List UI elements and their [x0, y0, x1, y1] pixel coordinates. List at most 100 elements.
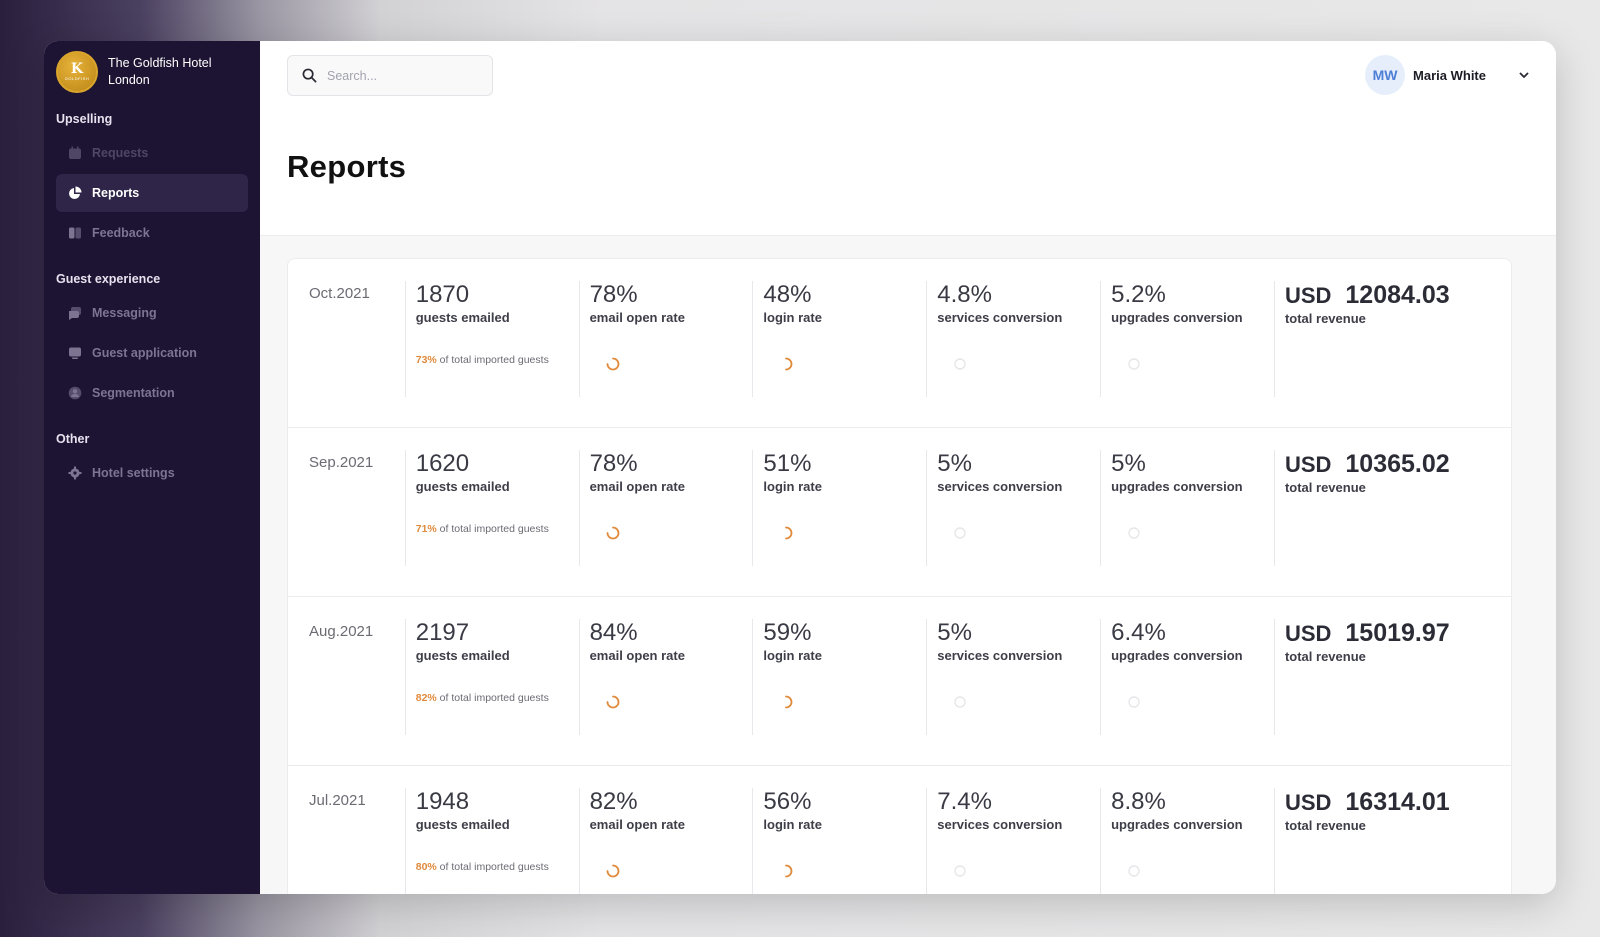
metric-value: 7.4% [937, 788, 992, 815]
chevron-down-icon[interactable] [1518, 69, 1530, 81]
calendar-icon [68, 146, 82, 160]
user-menu[interactable]: MW Maria White [1365, 55, 1530, 95]
metric-email-open-rate: 78% email open rate [578, 450, 753, 566]
imported-note: 71% of total imported guests [416, 519, 556, 540]
pie-chart-icon [68, 186, 82, 200]
metric-guests-emailed: 2197 guests emailed 82% of total importe… [404, 619, 579, 735]
metric-label: email open rate [589, 817, 685, 832]
metric-label: login rate [763, 479, 822, 494]
hotel-name: The Goldfish Hotel London [108, 56, 212, 87]
hotel-brand[interactable]: K GOLDFISH The Goldfish Hotel London [56, 49, 248, 95]
search-input[interactable] [327, 68, 477, 83]
sidebar-nav: Upselling Requests Reports Feedback Guest ex… [56, 112, 248, 492]
report-period: Aug.2021 [309, 623, 374, 640]
loading-spinner-icon [954, 865, 966, 877]
metric-label: services conversion [937, 479, 1063, 494]
loading-spinner-icon [1128, 865, 1140, 877]
metric-label: guests emailed [415, 310, 510, 325]
loading-spinner-icon [785, 695, 793, 709]
sidebar-item-label: Segmentation [92, 386, 175, 400]
user-circle-icon [68, 386, 82, 400]
sidebar-item-requests[interactable]: Requests [56, 134, 248, 172]
metric-value: 1620 [415, 450, 470, 477]
currency: USD [1284, 621, 1332, 646]
metric-value: 5% [937, 619, 972, 646]
metric-label: services conversion [937, 648, 1063, 663]
loading-spinner-icon [785, 526, 793, 540]
revenue-amount: 12084.03 [1345, 281, 1450, 309]
imported-note: 80% of total imported guests [416, 857, 556, 878]
loading-spinner-icon [606, 864, 619, 878]
monitor-icon [68, 346, 82, 360]
sidebar-item-guest-application[interactable]: Guest application [56, 334, 248, 372]
imported-note-text: of total imported guests [439, 692, 549, 704]
loading-spinner-icon [954, 527, 966, 539]
metric-label: upgrades conversion [1111, 648, 1243, 663]
sidebar-item-messaging[interactable]: Messaging [56, 294, 248, 332]
page-title: Reports [287, 149, 407, 184]
metric-upgrades-conversion: 5% upgrades conversion [1100, 450, 1274, 566]
search-box[interactable] [287, 55, 493, 96]
metric-value: 2197 [415, 619, 470, 646]
metric-services-conversion: 5% services conversion [926, 619, 1100, 735]
sidebar-item-segmentation[interactable]: Segmentation [56, 374, 248, 412]
metric-value: 6.4% [1111, 619, 1166, 646]
metric-login-rate: 56% login rate [752, 788, 926, 894]
metric-label: login rate [763, 648, 822, 663]
report-row[interactable]: Sep.2021 1620 guests emailed 71% of tota… [288, 428, 1511, 597]
metric-label: total revenue [1284, 311, 1366, 326]
metric-services-conversion: 4.8% services conversion [926, 281, 1100, 397]
search-icon [302, 68, 317, 83]
metric-total-revenue: USD 12084.03 total revenue [1273, 281, 1511, 397]
metric-login-rate: 48% login rate [752, 281, 926, 397]
metric-label: guests emailed [415, 479, 510, 494]
report-row[interactable]: Oct.2021 1870 guests emailed 73% of tota… [288, 259, 1511, 428]
sidebar-item-label: Hotel settings [92, 466, 175, 480]
metric-value: 48% [763, 281, 812, 308]
metric-label: total revenue [1284, 818, 1366, 833]
metric-value: 51% [763, 450, 812, 477]
metric-services-conversion: 5% services conversion [926, 450, 1100, 566]
metric-label: total revenue [1284, 480, 1366, 495]
loading-spinner-icon [1128, 358, 1140, 370]
loading-spinner-icon [606, 357, 619, 371]
metric-value: 5% [1111, 450, 1146, 477]
report-row[interactable]: Jul.2021 1948 guests emailed 80% of tota… [288, 766, 1511, 894]
metric-label: email open rate [589, 648, 685, 663]
metric-email-open-rate: 78% email open rate [578, 281, 753, 397]
user-name: Maria White [1413, 67, 1486, 83]
loading-spinner-icon [606, 526, 619, 540]
metric-email-open-rate: 84% email open rate [578, 619, 753, 735]
metric-value: 1948 [415, 788, 470, 815]
metric-value: 78% [589, 450, 638, 477]
loading-spinner-icon [954, 696, 966, 708]
metric-value: 82% [589, 788, 638, 815]
section-title: Other [56, 432, 90, 446]
sidebar-item-hotel-settings[interactable]: Hotel settings [56, 454, 248, 492]
sidebar-item-label: Guest application [92, 346, 197, 360]
imported-percent: 73% [415, 354, 437, 366]
metric-label: upgrades conversion [1111, 310, 1243, 325]
sidebar-item-label: Feedback [92, 226, 150, 240]
main-content: MW Maria White Reports Oct.2021 1870 gue… [260, 41, 1556, 894]
section-title: Upselling [56, 112, 113, 126]
report-row[interactable]: Aug.2021 2197 guests emailed 82% of tota… [288, 597, 1511, 766]
sidebar-item-label: Messaging [92, 306, 157, 320]
metric-value: 84% [589, 619, 638, 646]
metric-label: services conversion [937, 817, 1063, 832]
metric-email-open-rate: 82% email open rate [578, 788, 753, 894]
metric-value: 56% [763, 788, 812, 815]
report-period: Jul.2021 [309, 792, 366, 809]
metric-label: total revenue [1284, 649, 1366, 664]
revenue-amount: 16314.01 [1345, 788, 1450, 816]
metric-total-revenue: USD 10365.02 total revenue [1273, 450, 1511, 566]
book-icon [68, 226, 82, 240]
metric-label: services conversion [937, 310, 1063, 325]
metric-upgrades-conversion: 6.4% upgrades conversion [1100, 619, 1274, 735]
sidebar-item-reports[interactable]: Reports [56, 174, 248, 212]
reports-table: Oct.2021 1870 guests emailed 73% of tota… [287, 258, 1512, 894]
metric-login-rate: 59% login rate [752, 619, 926, 735]
sidebar-item-feedback[interactable]: Feedback [56, 214, 248, 252]
metric-guests-emailed: 1870 guests emailed 73% of total importe… [404, 281, 579, 397]
avatar: MW [1365, 55, 1406, 95]
